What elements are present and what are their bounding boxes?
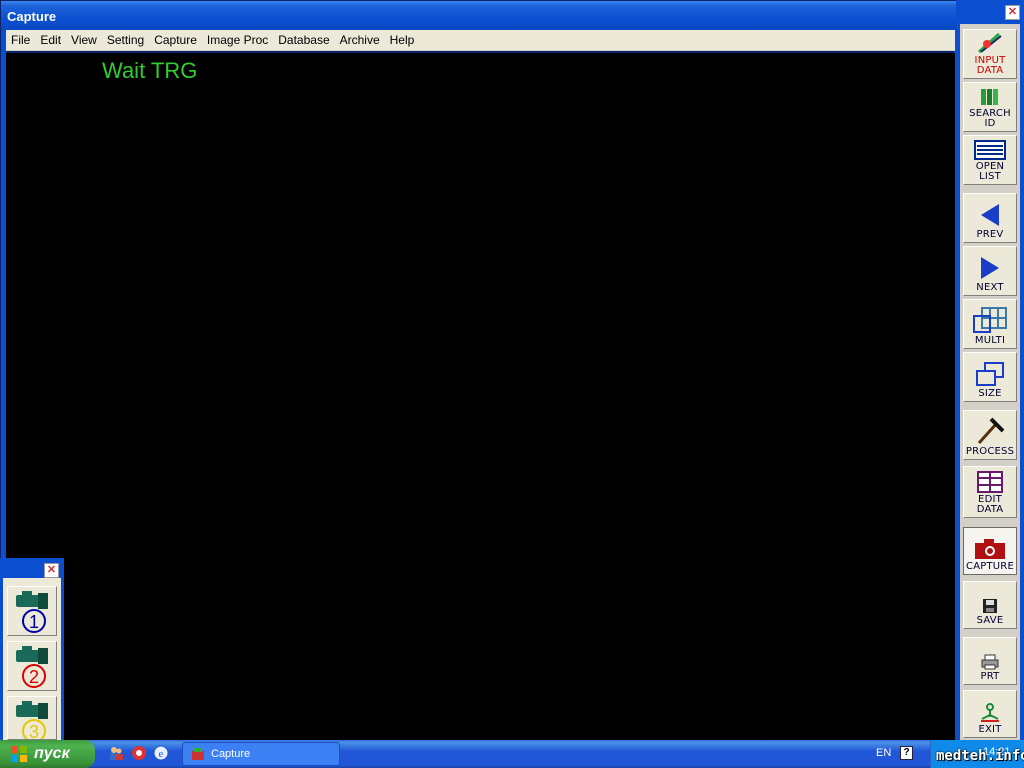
video-camera-icon: 2	[16, 646, 48, 688]
capture-app-icon	[192, 748, 204, 760]
open-list-button[interactable]: OPEN LIST	[963, 135, 1017, 185]
save-button[interactable]: SAVE	[963, 581, 1017, 629]
camera-3-number: 3	[29, 722, 39, 740]
floppy-icon	[983, 599, 997, 613]
main-window: Capture File Edit View Setting Capture I…	[0, 0, 957, 741]
menu-database[interactable]: Database	[273, 31, 334, 50]
input-data-button[interactable]: INPUT DATA	[963, 29, 1017, 79]
windows-logo-icon	[11, 746, 27, 762]
hammer-icon	[977, 417, 1005, 445]
pen-icon	[977, 32, 1002, 54]
menu-archive[interactable]: Archive	[335, 31, 385, 50]
size-label: SIZE	[978, 388, 1002, 399]
process-button[interactable]: PROCESS	[963, 410, 1017, 460]
camera-2-number: 2	[29, 667, 39, 687]
camera-panel-close-button[interactable]: ✕	[44, 563, 59, 578]
input-data-label: INPUT DATA	[974, 55, 1006, 76]
window-title[interactable]: Capture	[1, 1, 956, 31]
menu-help[interactable]: Help	[385, 31, 420, 50]
books-icon	[981, 89, 998, 105]
capture-button[interactable]: CAPTURE	[963, 527, 1017, 575]
menu-view[interactable]: View	[66, 31, 102, 50]
camera-2-button[interactable]: 2	[7, 641, 57, 691]
menu-image-proc[interactable]: Image Proc	[202, 31, 273, 50]
grid-icon	[973, 307, 1007, 333]
camera-icon	[975, 539, 1005, 559]
prev-label: PREV	[976, 229, 1004, 240]
svg-text:e: e	[159, 748, 164, 760]
start-label: пуск	[34, 745, 70, 762]
camera-3-button[interactable]: 3	[7, 696, 57, 740]
taskbar-capture-item[interactable]: Capture	[182, 742, 340, 766]
menu-edit[interactable]: Edit	[35, 31, 66, 50]
printer-icon	[981, 654, 999, 670]
quick-launch-people-icon[interactable]	[108, 745, 124, 761]
menu-capture[interactable]: Capture	[149, 31, 202, 50]
menu-file[interactable]: File	[6, 31, 35, 50]
toolbar-close-button[interactable]: ✕	[1005, 5, 1020, 20]
edit-data-label: EDIT DATA	[976, 494, 1004, 515]
next-label: NEXT	[976, 282, 1004, 293]
windows-icon	[976, 362, 1004, 386]
print-label: PRT	[980, 671, 1000, 682]
multi-button[interactable]: MULTI	[963, 299, 1017, 349]
size-button[interactable]: SIZE	[963, 352, 1017, 402]
next-button[interactable]: NEXT	[963, 246, 1017, 296]
video-camera-icon: 1	[16, 591, 48, 633]
edit-table-icon	[977, 471, 1003, 493]
search-id-button[interactable]: SEARCH ID	[963, 82, 1017, 132]
video-camera-icon: 3	[16, 701, 48, 740]
watermark: medteh.info	[936, 748, 1024, 764]
capture-viewport[interactable]: Wait TRG	[6, 53, 955, 741]
capture-label: CAPTURE	[966, 561, 1014, 572]
search-id-label: SEARCH ID	[969, 108, 1011, 129]
arrow-right-icon	[981, 257, 999, 279]
quick-launch-media-icon[interactable]	[131, 745, 147, 761]
help-icon[interactable]: ?	[900, 746, 913, 760]
print-button[interactable]: PRT	[963, 637, 1017, 685]
status-text: Wait TRG	[102, 58, 198, 83]
exit-icon	[981, 703, 999, 722]
menu-setting[interactable]: Setting	[102, 31, 149, 50]
process-label: PROCESS	[965, 446, 1015, 457]
menu-bar: File Edit View Setting Capture Image Pro…	[6, 30, 955, 51]
open-list-label: OPEN LIST	[975, 161, 1005, 182]
start-button[interactable]: пуск	[0, 740, 95, 768]
arrow-left-icon	[981, 204, 999, 226]
camera-1-number: 1	[29, 612, 39, 632]
multi-label: MULTI	[974, 335, 1006, 346]
list-icon	[974, 140, 1006, 160]
language-indicator[interactable]: EN	[876, 747, 891, 759]
exit-button[interactable]: EXIT	[963, 690, 1017, 738]
taskbar-capture-label: Capture	[211, 748, 251, 760]
save-label: SAVE	[976, 615, 1004, 626]
camera-1-button[interactable]: 1	[7, 586, 57, 636]
quick-launch-browser-icon[interactable]: e	[153, 745, 169, 761]
edit-data-button[interactable]: EDIT DATA	[963, 466, 1017, 518]
prev-button[interactable]: PREV	[963, 193, 1017, 243]
exit-label: EXIT	[978, 724, 1002, 735]
